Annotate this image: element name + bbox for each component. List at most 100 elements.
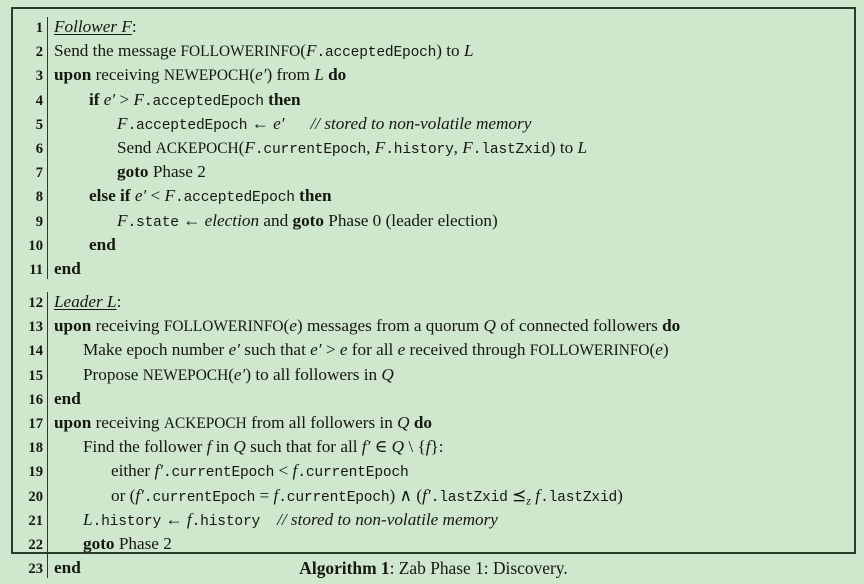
paren-close: ) (296, 316, 303, 336)
code-line-11: 11 end (13, 257, 854, 281)
code-line-3: 3 upon receiving NEWEPOCH(e′) from L do (13, 63, 854, 87)
caption-text: : Zab Phase 1: Discovery. (389, 558, 568, 578)
colon: : (116, 292, 122, 312)
line-content: L.history ← f.history// stored to non-vo… (43, 508, 498, 534)
kw-else-if: else if (89, 186, 131, 206)
code-line-9: 9 F.state ← election and goto Phase 0 (l… (13, 209, 854, 233)
var-e: e (655, 340, 663, 360)
text-messages-from-quorum: messages from a quorum (306, 316, 480, 336)
field-acceptedEpoch: .acceptedEpoch (175, 190, 295, 207)
follower-block: 1 Follower F: 2 Send the message FOLLOWE… (13, 15, 854, 281)
var-e: e (339, 340, 348, 360)
kw-if: if (89, 89, 100, 109)
paren-close: ) (266, 65, 273, 85)
kw-do: do (328, 65, 347, 85)
text-propose: Propose (83, 364, 139, 384)
text-and: and (263, 210, 289, 230)
comment-nonvolatile: // stored to non-volatile memory (277, 509, 498, 529)
field-acceptedEpoch: .acceptedEpoch (127, 117, 248, 134)
kw-upon: upon (54, 316, 92, 336)
code-line-6: 6 Send the messageSend ACKEPOCH(F.curren… (13, 136, 854, 160)
var-e-prime: e′ (103, 89, 116, 109)
text-or: or (111, 485, 126, 505)
line-number: 4 (35, 92, 43, 109)
var-f: f (206, 437, 212, 457)
msg-newepoch: NEWEPOCH (142, 366, 229, 384)
field-currentEpoch: .currentEpoch (254, 141, 367, 158)
var-f-prime: f′ (361, 437, 371, 457)
kw-goto: goto (83, 533, 115, 553)
kw-end: end (89, 234, 116, 254)
var-f-prime: f′ (422, 485, 431, 505)
var-f-prime: f′ (135, 485, 144, 505)
code-line-20: 20 or (f′.currentEpoch = f.currentEpoch)… (13, 484, 854, 508)
line-content: upon receiving ACKEPOCH from all followe… (43, 411, 432, 436)
field-lastZxid: .lastZxid (540, 489, 618, 506)
op-gt: > (325, 340, 336, 360)
code-line-17: 17 upon receiving ACKEPOCH from all foll… (13, 411, 854, 435)
kw-do: do (413, 413, 433, 432)
field-currentEpoch: .currentEpoch (278, 489, 390, 506)
code-line-12: 12 Leader L: (13, 290, 854, 314)
msg-followerinfo: FOLLOWERINFO (163, 318, 284, 336)
code-line-5: 5 F.acceptedEpoch ← e′ // stored to non-v… (13, 112, 854, 136)
kw-upon: upon (54, 413, 92, 432)
algorithm-figure: 1 Follower F: 2 Send the message FOLLOWE… (0, 0, 864, 584)
code-line-16: 16 end (13, 387, 854, 411)
line-number: 16 (28, 391, 43, 408)
var-Q: Q (397, 413, 410, 432)
line-number: 2 (35, 44, 43, 61)
leader-heading: Leader (54, 292, 103, 312)
value-election: election (204, 210, 260, 230)
code-line-14: 14 Make epoch number e′ such that e′ > e… (13, 338, 854, 362)
op-assign: ← (165, 509, 183, 529)
line-number: 10 (28, 237, 43, 254)
line-number: 11 (29, 261, 43, 278)
paren-close: ) (617, 485, 623, 505)
text-in: in (215, 437, 230, 457)
text-received-through: received through (409, 340, 526, 360)
var-F: F (244, 137, 255, 157)
var-Q: Q (233, 437, 246, 457)
line-content: else if e′ < F.acceptedEpoch then (43, 184, 332, 210)
op-lt: < (150, 186, 161, 206)
field-currentEpoch: .currentEpoch (143, 489, 256, 506)
var-F: F (164, 186, 176, 206)
line-content: goto Phase 2 (43, 532, 172, 556)
op-lt: < (278, 461, 289, 481)
caption-label: Algorithm 1 (299, 558, 390, 578)
code-line-4: 4 if e′ > F.acceptedEpoch then (13, 88, 854, 112)
line-number: 18 (28, 440, 43, 457)
text-to-all-followers-in: to all followers in (255, 364, 378, 384)
code-line-1: 1 Follower F: (13, 15, 854, 39)
field-state: .state (127, 214, 180, 231)
line-number: 14 (28, 343, 43, 360)
var-e-prime: e′ (255, 65, 267, 85)
paren-close: ) (389, 485, 396, 505)
var-L: L (107, 292, 117, 312)
text-to: to (559, 137, 574, 157)
line-content: F.acceptedEpoch ← e′ // stored to non-vol… (43, 112, 531, 138)
op-setminus: \ (408, 437, 414, 457)
line-content: end (43, 257, 81, 281)
var-e-prime: e′ (228, 340, 240, 360)
line-number: 15 (28, 367, 43, 384)
code-line-18: 18 Find the follower f in Q such that fo… (13, 435, 854, 459)
text-such-that-for-all: such that for all (250, 437, 358, 457)
text-of-connected-followers: of connected followers (500, 316, 658, 336)
kw-upon: upon (54, 65, 92, 85)
text-send-word: Send (117, 137, 152, 157)
field-lastZxid: .lastZxid (472, 141, 550, 158)
colon: : (131, 17, 137, 36)
brace-open: { (417, 437, 426, 457)
line-content: if e′ > F.acceptedEpoch then (43, 88, 301, 114)
text-send-message: Send the message (54, 41, 177, 61)
var-Q: Q (483, 316, 496, 336)
var-f-prime: f′ (154, 461, 163, 481)
var-F: F (117, 210, 128, 230)
code-line-15: 15 Propose NEWEPOCH(e′) to all followers… (13, 363, 854, 387)
code-line-7: 7 goto Phase 2 (13, 160, 854, 184)
var-L: L (314, 65, 324, 85)
text-from: from (276, 65, 310, 85)
var-L: L (463, 41, 474, 61)
